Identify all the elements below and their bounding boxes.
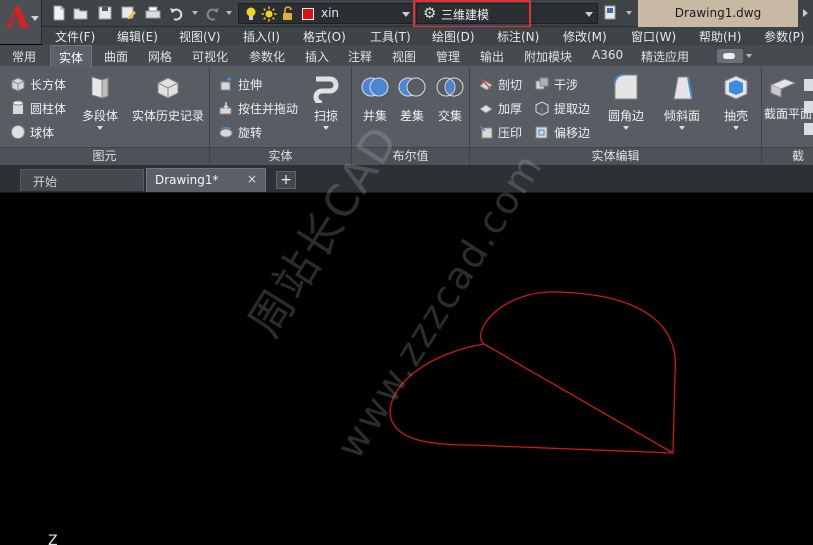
sphere-icon (11, 125, 25, 139)
offset-edges-icon (535, 126, 548, 139)
fillet-edge-button[interactable]: 圆角边 (604, 71, 648, 130)
layer-name: xin (321, 6, 340, 20)
shell-button[interactable]: 抽壳 (716, 71, 756, 130)
lightbulb-icon[interactable] (243, 6, 259, 22)
menu-file[interactable]: 文件(F) (55, 28, 95, 45)
chevron-down-icon (323, 126, 329, 130)
chevron-down-icon (733, 126, 739, 130)
menu-format[interactable]: 格式(O) (303, 28, 346, 45)
chevron-down-icon[interactable] (226, 11, 232, 15)
sweep-button[interactable]: 扫掠 (306, 71, 346, 130)
menu-help[interactable]: 帮助(H) (699, 28, 741, 45)
chevron-right-icon (803, 9, 808, 17)
toggle-icon (723, 53, 735, 59)
panel-primitive: 长方体 圆柱体 球体 多段体 实体历史记录 图元 (0, 67, 210, 165)
document-title: Drawing1.dwg (638, 0, 798, 27)
panel-title-section[interactable]: 截面 (762, 147, 813, 180)
tab-output[interactable]: 输出 (480, 48, 504, 65)
print-icon[interactable] (144, 4, 162, 22)
solid-history-button[interactable]: 实体历史记录 (130, 71, 206, 124)
title-bar: A xin ⚙ 三维建模 Drawing1.dwg (0, 0, 813, 44)
extrude-icon (220, 76, 232, 91)
ucs-axis-z-label: Z (48, 533, 58, 545)
share-icon[interactable] (602, 4, 620, 22)
menu-window[interactable]: 窗口(W) (631, 28, 676, 45)
drawing-canvas[interactable]: 周站长CAD www.zzzcad.com Z (0, 116, 813, 545)
box-icon (11, 77, 25, 92)
file-tab-label: Drawing1* (155, 173, 219, 187)
sun-icon[interactable] (261, 6, 277, 22)
revolve-icon (219, 126, 233, 138)
sweep-icon (313, 76, 339, 103)
tab-solid[interactable]: 实体 (50, 45, 93, 68)
autocad-logo-icon: A (6, 1, 30, 36)
chevron-down-icon[interactable] (626, 11, 632, 15)
panel-section: 截面平面 截面 (762, 67, 813, 180)
taper-faces-button[interactable]: 倾斜面 (660, 71, 704, 130)
open-icon[interactable] (72, 4, 90, 22)
save-icon[interactable] (96, 4, 114, 22)
menu-insert[interactable]: 插入(I) (243, 28, 280, 45)
saveas-icon[interactable] (119, 4, 137, 22)
tab-parametric[interactable]: 参数化 (249, 48, 285, 65)
undo-icon[interactable] (168, 4, 186, 22)
tab-insert[interactable]: 插入 (305, 48, 329, 65)
tab-surface[interactable]: 曲面 (104, 48, 128, 65)
tab-addins[interactable]: 附加模块 (524, 48, 572, 65)
cylinder-icon (12, 100, 24, 114)
chevron-down-icon (679, 126, 685, 130)
extract-edges-icon (535, 101, 549, 116)
chevron-down-icon[interactable] (746, 54, 752, 58)
taper-faces-icon (673, 76, 693, 100)
close-icon[interactable]: × (247, 172, 257, 186)
chevron-down-icon[interactable] (192, 11, 198, 15)
menu-view[interactable]: 视图(V) (179, 28, 221, 45)
file-tab-bar: 开始 Drawing1* × + (0, 165, 813, 193)
section-plane-button[interactable]: 截面平面 (764, 71, 812, 122)
new-tab-button[interactable]: + (276, 171, 296, 189)
new-icon[interactable] (50, 4, 68, 22)
panel-title-primitive[interactable]: 图元 (0, 147, 209, 165)
section-plane-icon (769, 78, 797, 98)
tab-mesh[interactable]: 网格 (148, 48, 172, 65)
file-tab-start[interactable]: 开始 (20, 169, 144, 191)
ribbon-options-button[interactable] (717, 49, 743, 63)
app-menu-button[interactable]: A (0, 0, 42, 44)
fillet-edge-icon (614, 74, 638, 100)
tab-a360[interactable]: A360 (592, 48, 623, 62)
tab-featured-apps[interactable]: 精选应用 (641, 48, 689, 65)
layer-color-swatch (302, 8, 314, 20)
redo-icon[interactable] (203, 4, 221, 22)
chevron-down-icon (31, 16, 39, 21)
imprint-icon (479, 125, 493, 139)
tab-visualize[interactable]: 可视化 (192, 48, 228, 65)
chevron-down-icon[interactable] (585, 12, 593, 17)
tab-home[interactable]: 常用 (12, 48, 36, 65)
title-scroll-right[interactable] (798, 0, 813, 27)
chevron-down-icon[interactable] (402, 12, 410, 17)
file-tab-drawing1[interactable]: Drawing1* × (146, 168, 266, 192)
chevron-down-icon (623, 126, 629, 130)
section-tools-icon[interactable] (803, 77, 813, 137)
layer-dropdown[interactable]: xin (238, 3, 414, 24)
presspull-icon (219, 102, 232, 115)
solid-history-icon (157, 77, 179, 99)
thicken-icon (479, 104, 493, 114)
shell-icon (724, 75, 748, 100)
menu-modify[interactable]: 修改(M) (563, 28, 607, 45)
tab-annotate[interactable]: 注释 (348, 48, 372, 65)
unlock-icon[interactable] (280, 6, 296, 22)
menu-parametric[interactable]: 参数(P) (764, 28, 805, 45)
menu-dimension[interactable]: 标注(N) (497, 28, 539, 45)
interfere-icon (535, 77, 549, 90)
slice-icon (479, 78, 493, 91)
polysolid-icon (91, 76, 109, 99)
chevron-down-icon (97, 126, 103, 130)
menu-edit[interactable]: 编辑(E) (117, 28, 158, 45)
polysolid-button[interactable]: 多段体 (80, 71, 120, 130)
